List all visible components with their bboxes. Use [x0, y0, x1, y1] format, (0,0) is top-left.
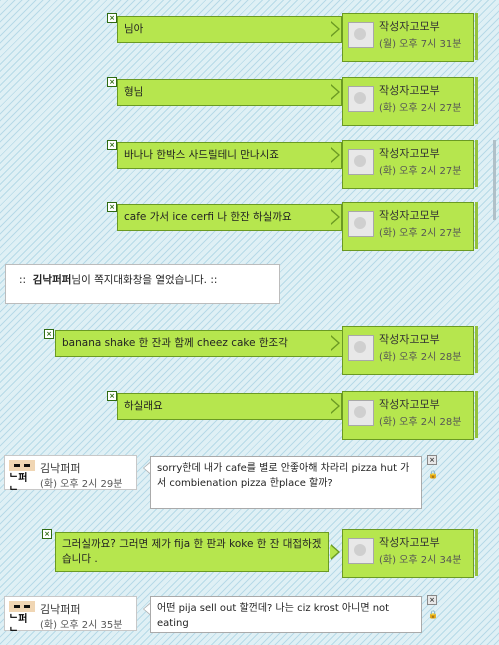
- delete-message-icon[interactable]: ×: [107, 77, 117, 87]
- sender-name: 작성자고모부: [379, 398, 440, 411]
- card-edge: [475, 13, 478, 60]
- message-text: 님아: [124, 23, 144, 35]
- card-edge: [475, 391, 478, 438]
- message-bubble: banana shake 한 잔과 함께 cheez cake 한조각: [55, 330, 343, 357]
- sender-card: ᄂ퍼ᄂ 김낙퍼퍼 (화) 오후 2시 29분: [4, 455, 137, 497]
- avatar: ᄂ퍼ᄂ: [9, 460, 35, 497]
- sender-name: 김낙퍼퍼: [40, 603, 81, 616]
- notice-name: 김낙퍼퍼: [32, 274, 72, 286]
- message-bubble: 어떤 pija sell out 할껀데? 나는 ciz krost 아니면 n…: [150, 596, 422, 633]
- delete-message-icon[interactable]: ×: [107, 140, 117, 150]
- lock-icon[interactable]: 🔒: [428, 610, 438, 619]
- message-time: (화) 오후 2시 28분: [379, 417, 462, 428]
- avatar: [348, 538, 374, 564]
- message-text: 그러실까요? 그러면 제가 fija 한 판과 koke 한 잔 대접하겠습니다…: [62, 538, 322, 565]
- message-time: (화) 오후 2시 28분: [379, 352, 462, 363]
- lock-icon[interactable]: 🔒: [428, 470, 438, 479]
- avatar: [348, 86, 374, 112]
- message-time: (화) 오후 2시 29분: [40, 479, 123, 490]
- message-time: (화) 오후 2시 35분: [40, 620, 123, 631]
- message-time: (화) 오후 2시 27분: [379, 166, 462, 177]
- sender-name: 작성자고모부: [379, 147, 440, 160]
- avatar: [348, 400, 374, 426]
- sender-card: 작성자고모부 (화) 오후 2시 27분: [342, 77, 474, 126]
- message-bubble: 그러실까요? 그러면 제가 fija 한 판과 koke 한 잔 대접하겠습니다…: [55, 532, 329, 572]
- sender-card: 작성자고모부 (월) 오후 7시 31분: [342, 13, 474, 62]
- message-text: cafe 가서 ice cerfi 나 한잔 하실까요: [124, 211, 292, 223]
- message-text: banana shake 한 잔과 함께 cheez cake 한조각: [62, 337, 288, 349]
- sender-name: 작성자고모부: [379, 84, 440, 97]
- system-notice: :: 김낙퍼퍼님이 쪽지대화창을 열었습니다. ::: [5, 264, 280, 304]
- card-edge: [475, 326, 478, 373]
- bubble-arrow: [143, 462, 150, 474]
- sender-name: 작성자고모부: [379, 333, 440, 346]
- message-time: (화) 오후 2시 34분: [379, 555, 462, 566]
- bubble-arrow: [330, 147, 340, 163]
- bubble-arrow: [330, 84, 340, 100]
- bubble-arrow: [143, 603, 150, 615]
- delete-message-icon[interactable]: ×: [427, 455, 437, 465]
- card-edge: [475, 529, 478, 576]
- message-bubble: 하실래요: [117, 393, 342, 420]
- message-text: sorry한데 내가 cafe를 별로 안좋아해 차라리 pizza hut 가…: [157, 463, 410, 489]
- avatar-label: ᄂ퍼ᄂ: [9, 614, 28, 638]
- avatar: [348, 22, 374, 48]
- message-text: 어떤 pija sell out 할껀데? 나는 ciz krost 아니면 n…: [157, 603, 390, 629]
- sender-card: 작성자고모부 (화) 오후 2시 28분: [342, 326, 474, 375]
- bubble-arrow: [330, 544, 340, 560]
- message-text: 하실래요: [124, 400, 163, 412]
- avatar: [348, 335, 374, 361]
- notice-text: 님이 쪽지대화창을 열었습니다.: [71, 274, 207, 286]
- sender-name: 작성자고모부: [379, 20, 440, 33]
- delete-message-icon[interactable]: ×: [107, 391, 117, 401]
- sender-name: 김낙퍼퍼: [40, 462, 81, 475]
- avatar: [348, 149, 374, 175]
- avatar: [348, 211, 374, 237]
- notice-suffix: ::: [210, 274, 218, 286]
- delete-message-icon[interactable]: ×: [107, 202, 117, 212]
- message-text: 바나나 한박스 사드릴테니 만나시죠: [124, 149, 279, 161]
- card-edge: [475, 140, 478, 187]
- delete-message-icon[interactable]: ×: [42, 529, 52, 539]
- avatar: ᄂ퍼ᄂ: [9, 601, 35, 638]
- sender-card: ᄂ퍼ᄂ 김낙퍼퍼 (화) 오후 2시 35분: [4, 596, 137, 638]
- bubble-arrow: [330, 398, 340, 414]
- sender-name: 작성자고모부: [379, 536, 440, 549]
- bubble-arrow: [330, 335, 340, 351]
- message-bubble: 형님: [117, 79, 342, 106]
- sender-card: 작성자고모부 (화) 오후 2시 27분: [342, 202, 474, 251]
- sender-name: 작성자고모부: [379, 209, 440, 222]
- message-bubble: 바나나 한박스 사드릴테니 만나시죠: [117, 142, 342, 169]
- message-time: (월) 오후 7시 31분: [379, 39, 462, 50]
- message-bubble: 님아: [117, 16, 342, 43]
- bubble-arrow: [330, 21, 340, 37]
- delete-message-icon[interactable]: ×: [427, 595, 437, 605]
- message-text: 형님: [124, 86, 144, 98]
- bubble-arrow: [330, 209, 340, 225]
- message-bubble: cafe 가서 ice cerfi 나 한잔 하실까요: [117, 204, 342, 231]
- message-time: (화) 오후 2시 27분: [379, 228, 462, 239]
- sender-card: 작성자고모부 (화) 오후 2시 27분: [342, 140, 474, 189]
- message-bubble: sorry한데 내가 cafe를 별로 안좋아해 차라리 pizza hut 가…: [150, 456, 422, 509]
- sender-card: 작성자고모부 (화) 오후 2시 28분: [342, 391, 474, 440]
- avatar-label: ᄂ퍼ᄂ: [9, 473, 28, 497]
- sender-card: 작성자고모부 (화) 오후 2시 34분: [342, 529, 474, 578]
- delete-message-icon[interactable]: ×: [107, 13, 117, 23]
- card-edge: [475, 77, 478, 124]
- notice-prefix: ::: [19, 274, 27, 286]
- message-time: (화) 오후 2시 27분: [379, 103, 462, 114]
- scrollbar[interactable]: [493, 140, 496, 220]
- delete-message-icon[interactable]: ×: [44, 329, 54, 339]
- card-edge: [475, 202, 478, 249]
